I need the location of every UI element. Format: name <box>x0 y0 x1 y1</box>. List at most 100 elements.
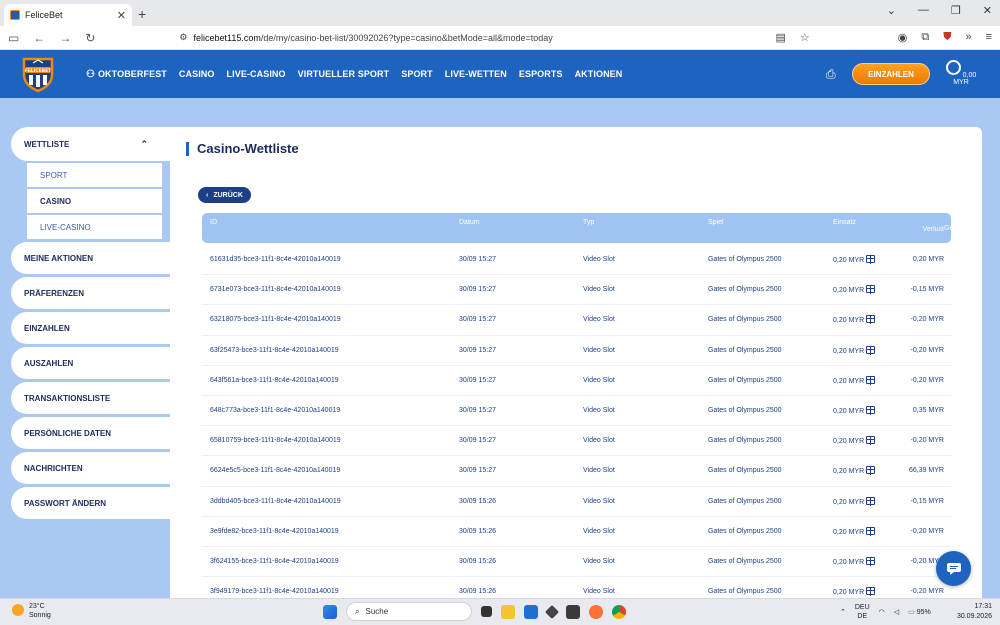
account-sidebar: WETTLISTE ⌃ SPORT CASINO LIVE-CASINO MEI… <box>11 127 170 522</box>
new-tab-icon[interactable]: + <box>138 6 146 22</box>
table-row[interactable]: 3f624155-bce3-11f1-8c4e-42010a140019 30/0… <box>202 547 951 578</box>
table-row[interactable]: 63218075-bce3-11f1-8c4e-42010a140019 30/0… <box>202 305 951 336</box>
chrome-icon[interactable] <box>612 604 626 619</box>
firefox-icon[interactable] <box>589 604 603 619</box>
table-row[interactable]: 643f561a-bce3-11f1-8c4e-42010a140019 30/0… <box>202 366 951 396</box>
gift-icon[interactable] <box>866 345 876 355</box>
app-icon-blue[interactable] <box>524 604 538 619</box>
gift-icon[interactable] <box>866 255 876 264</box>
shield-extension-icon[interactable]: ⛊ <box>943 31 951 44</box>
sidebar-toggle-icon[interactable]: ▭ <box>8 31 19 45</box>
volume-icon[interactable]: ◁ <box>894 608 899 616</box>
task-view-icon[interactable] <box>481 606 492 617</box>
menu-live-betting[interactable]: LIVE-WETTEN <box>445 69 507 79</box>
chevron-up-icon[interactable]: ⌃ <box>840 608 846 616</box>
close-tab-icon[interactable]: ✕ <box>117 9 126 22</box>
close-window-icon[interactable]: ✕ <box>983 4 992 17</box>
windows-start-icon[interactable] <box>323 604 337 619</box>
table-row[interactable]: 3ddbd405-bce3-11f1-8c4e-42010a140019 30/0… <box>202 487 951 517</box>
bet-table-body: 61631d35-bce3-11f1-8c4e-42010a140019 30/0… <box>202 245 951 598</box>
weather-widget[interactable]: 23°C Sonnig <box>12 602 51 620</box>
sidebar-sub-live-casino[interactable]: LIVE-CASINO <box>27 215 162 239</box>
menu-icon[interactable]: ≡ <box>986 31 992 44</box>
reload-icon[interactable]: ↻ <box>85 31 95 45</box>
menu-oktoberfest[interactable]: ⚇ OKTOBERFEST <box>86 69 167 80</box>
sidebar-item-my-promotions[interactable]: MEINE AKTIONEN <box>11 242 170 274</box>
sidebar-sub-sport[interactable]: SPORT <box>27 163 162 187</box>
gift-icon[interactable] <box>866 375 876 385</box>
user-account[interactable]: 0,00 MYR <box>940 60 982 86</box>
chat-button[interactable] <box>936 551 971 586</box>
app-icon-dark[interactable] <box>544 604 560 619</box>
row-type: Video Slot <box>583 406 615 414</box>
minimize-icon[interactable]: — <box>918 4 929 17</box>
maximize-icon[interactable]: ❐ <box>951 4 961 17</box>
app-icon-store[interactable] <box>566 604 580 619</box>
sidebar-sub-casino[interactable]: CASINO <box>27 189 162 213</box>
table-row[interactable]: 3f949179-bce3-11f1-8c4e-42010a140019 30/0… <box>202 577 951 598</box>
more-tools-icon[interactable]: » <box>965 31 971 44</box>
wifi-icon[interactable]: ◠ <box>879 608 885 616</box>
gift-icon[interactable] <box>866 556 876 566</box>
sidebar-item-messages[interactable]: NACHRICHTEN <box>11 452 170 484</box>
battery-indicator[interactable]: ▭ 95% <box>908 608 931 616</box>
gift-icon[interactable]: ⎙ <box>826 67 836 82</box>
menu-casino[interactable]: CASINO <box>179 69 215 79</box>
sidebar-item-preferences[interactable]: PRÄFERENZEN <box>11 277 170 309</box>
taskbar-search[interactable]: ⌕ Suche <box>346 602 472 621</box>
system-tray: ⌃ DEU DE ◠ ◁ ▭ 95% <box>840 603 931 621</box>
sidebar-item-personal-data[interactable]: PERSÖNLICHE DATEN <box>11 417 170 449</box>
bookmark-star-icon[interactable]: ☆ <box>800 31 810 44</box>
felicebet-logo[interactable]: FELICEBET <box>18 53 58 93</box>
table-row[interactable]: 61631d35-bce3-11f1-8c4e-42010a140019 30/0… <box>202 245 951 276</box>
row-win-loss: -0,20 MYR <box>910 437 944 445</box>
gift-icon[interactable] <box>866 405 876 415</box>
gift-icon[interactable] <box>866 587 876 597</box>
search-icon: ⌕ <box>355 606 360 616</box>
gift-icon[interactable] <box>866 526 876 536</box>
row-game: Gates of Olympus 2500 <box>708 286 782 294</box>
gift-icon[interactable] <box>866 285 876 295</box>
row-win-loss: 66,39 MYR <box>908 467 944 475</box>
menu-live-casino[interactable]: LIVE-CASINO <box>227 69 286 79</box>
extensions-icon[interactable]: ⧉ <box>921 31 929 44</box>
file-explorer-icon[interactable] <box>501 604 515 619</box>
sidebar-item-transactions[interactable]: TRANSAKTIONSLISTE <box>11 382 170 414</box>
sidebar-item-bet-list[interactable]: WETTLISTE ⌃ <box>11 127 170 161</box>
row-game: Gates of Olympus 2500 <box>708 346 782 354</box>
row-win-loss: -0,20 MYR <box>910 588 944 596</box>
sidebar-item-change-password[interactable]: PASSWORT ÄNDERN <box>11 487 170 519</box>
site-info-icon[interactable]: ⚙ <box>179 32 187 43</box>
url-field[interactable]: ⚙ felicebet115.com/de/my/casino-bet-list… <box>179 32 552 43</box>
deposit-button[interactable]: EINZAHLEN <box>852 63 930 85</box>
sidebar-head-label: WETTLISTE <box>24 139 70 149</box>
chevron-down-icon[interactable]: ⌄ <box>887 4 896 17</box>
sidebar-item-deposit[interactable]: EINZAHLEN <box>11 312 170 344</box>
menu-sport[interactable]: SPORT <box>401 69 433 79</box>
table-row[interactable]: 3e9fde82-bce3-11f1-8c4e-42010a140019 30/0… <box>202 517 951 547</box>
back-button[interactable]: ‹ ZURÜCK <box>198 187 251 203</box>
row-date: 30/09 15:27 <box>459 316 496 324</box>
menu-virtual-sport[interactable]: VIRTUELLER SPORT <box>298 69 390 79</box>
table-row[interactable]: 65810759-bce3-11f1-8c4e-42010a140019 30/0… <box>202 426 951 457</box>
menu-esports[interactable]: ESPORTS <box>519 69 563 79</box>
back-arrow-icon[interactable]: ← <box>33 31 45 45</box>
language-indicator[interactable]: DEU DE <box>855 603 870 621</box>
row-stake: 0,20 MYR <box>833 436 876 446</box>
gift-icon[interactable] <box>866 496 876 506</box>
table-row[interactable]: 6624e5c5-bce3-11f1-8c4e-42010a140019 30/0… <box>202 456 951 487</box>
gift-icon[interactable] <box>866 466 876 476</box>
browser-tab[interactable]: FeliceBet ✕ <box>4 4 132 26</box>
row-win-loss: -0,20 MYR <box>910 376 944 384</box>
forward-arrow-icon[interactable]: → <box>59 31 71 45</box>
table-row[interactable]: 6731e073-bce3-11f1-8c4e-42010a140019 30/0… <box>202 275 951 306</box>
sidebar-item-withdraw[interactable]: AUSZAHLEN <box>11 347 170 379</box>
menu-promotions[interactable]: AKTIONEN <box>575 69 623 79</box>
account-icon[interactable]: ◉ <box>898 31 908 44</box>
clock[interactable]: 17:31 30.09.2026 <box>952 602 992 622</box>
table-row[interactable]: 63f25473-bce3-11f1-8c4e-42010a140019 30/0… <box>202 336 951 366</box>
reader-view-icon[interactable]: ▤ <box>775 31 785 44</box>
gift-icon[interactable] <box>866 436 876 446</box>
table-row[interactable]: 648c773a-bce3-11f1-8c4e-42010a140019 30/0… <box>202 396 951 427</box>
gift-icon[interactable] <box>866 315 876 325</box>
